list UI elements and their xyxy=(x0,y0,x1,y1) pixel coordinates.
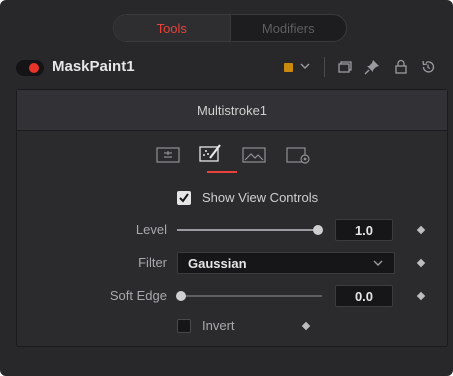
invert-checkbox[interactable] xyxy=(177,319,191,333)
tool-title: Multistroke1 xyxy=(17,90,447,131)
inspector-tab-bar: Tools Modifiers xyxy=(113,14,347,42)
soft-edge-label: Soft Edge xyxy=(109,288,167,303)
versions-icon[interactable] xyxy=(336,58,354,76)
pin-icon[interactable] xyxy=(363,58,381,76)
header-divider xyxy=(324,57,325,77)
show-view-controls-label: Show View Controls xyxy=(202,190,319,205)
tab-modifiers[interactable]: Modifiers xyxy=(231,15,347,41)
soft-edge-slider-handle[interactable] xyxy=(176,291,186,301)
tool-controls: Multistroke1 Show View Controls Level 1.… xyxy=(16,89,448,347)
filter-label: Filter xyxy=(138,255,167,270)
node-name: MaskPaint1 xyxy=(52,58,135,75)
reset-icon[interactable] xyxy=(419,58,437,76)
soft-edge-value-field[interactable]: 0.0 xyxy=(335,285,393,307)
filter-dropdown[interactable]: Gaussian xyxy=(177,252,395,274)
image-tab-icon[interactable] xyxy=(241,144,267,166)
checkmark-icon xyxy=(179,193,189,203)
level-slider-fill xyxy=(177,229,317,231)
enable-toggle[interactable] xyxy=(16,60,44,76)
level-keyframe-icon[interactable] xyxy=(416,225,426,235)
invert-label: Invert xyxy=(202,318,235,333)
invert-keyframe-icon[interactable] xyxy=(301,321,311,331)
node-header: MaskPaint1 xyxy=(6,50,446,86)
active-tab-indicator xyxy=(207,171,237,173)
lock-icon[interactable] xyxy=(392,58,410,76)
filter-keyframe-icon[interactable] xyxy=(416,258,426,268)
tab-tools[interactable]: Tools xyxy=(114,15,231,41)
level-label: Level xyxy=(135,222,167,237)
settings-tab-icon[interactable] xyxy=(285,144,311,166)
show-view-controls-checkbox[interactable] xyxy=(177,191,191,205)
filter-dropdown-value: Gaussian xyxy=(188,256,247,271)
enable-toggle-icon xyxy=(29,63,39,73)
level-value-field[interactable]: 1.0 xyxy=(335,219,393,241)
controls-tab-icon[interactable] xyxy=(155,144,181,166)
chevron-down-icon xyxy=(373,260,383,266)
color-swatch-icon[interactable] xyxy=(284,63,293,72)
soft-edge-slider-track[interactable] xyxy=(177,295,322,297)
paint-brush-tab-icon[interactable] xyxy=(198,142,224,164)
chevron-down-icon[interactable] xyxy=(299,60,311,72)
inspector-panel: Tools Modifiers MaskPaint1 Multistroke1 … xyxy=(0,0,453,376)
level-slider-handle[interactable] xyxy=(313,225,323,235)
soft-edge-keyframe-icon[interactable] xyxy=(416,291,426,301)
